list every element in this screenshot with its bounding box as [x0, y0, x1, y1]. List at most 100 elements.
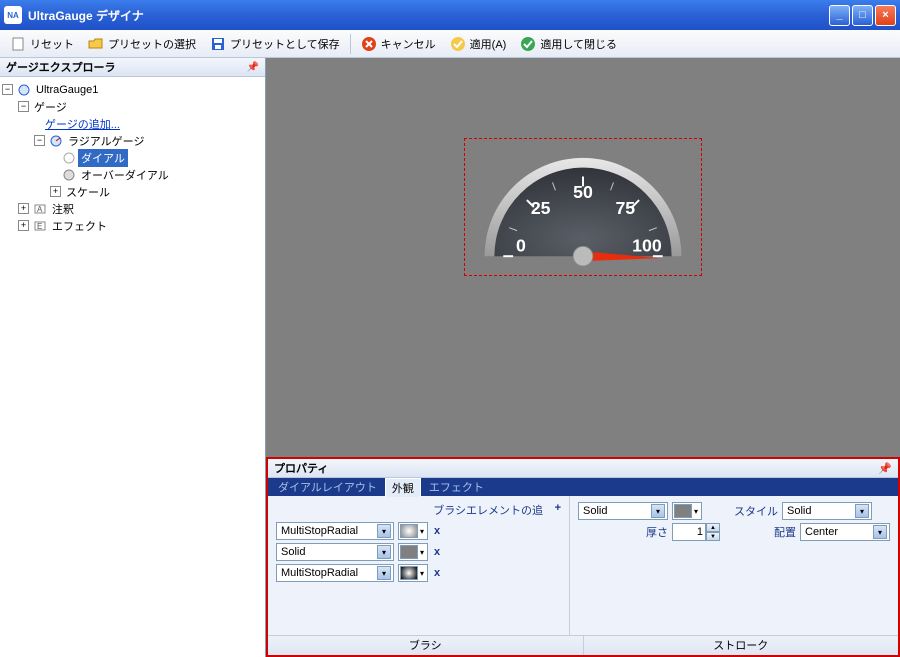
over-dial-label: オーバーダイアル [78, 166, 172, 184]
explorer-header: ゲージエクスプローラ 📌 [0, 58, 265, 77]
svg-text:A: A [37, 205, 43, 214]
apply-close-icon [520, 36, 536, 52]
remove-brush-button[interactable]: x [432, 546, 442, 558]
tree-dial[interactable]: ダイアル [2, 149, 263, 166]
design-canvas[interactable]: 0 25 50 75 100 [266, 58, 900, 457]
brush-type-dropdown[interactable]: MultiStopRadial▾ [276, 564, 394, 582]
reset-label: リセット [30, 36, 74, 52]
collapse-icon[interactable]: − [34, 135, 45, 146]
remove-brush-button[interactable]: x [432, 525, 442, 537]
properties-title: プロパティ [274, 460, 328, 476]
stroke-align-value: Center [805, 526, 838, 538]
tree-root[interactable]: − UltraGauge1 [2, 81, 263, 98]
stroke-style-dropdown[interactable]: Solid ▾ [782, 502, 872, 520]
brush-color-swatch [400, 566, 418, 580]
expand-icon[interactable]: + [18, 203, 29, 214]
save-preset-button[interactable]: プリセットとして保存 [204, 33, 346, 55]
spinner-up-icon[interactable]: ▲ [706, 523, 720, 532]
chevron-down-icon: ▾ [855, 504, 869, 518]
collapse-icon[interactable]: − [2, 84, 13, 95]
folder-open-icon [88, 36, 104, 52]
add-brush-button[interactable]: + [555, 502, 561, 514]
thickness-input[interactable] [672, 523, 706, 541]
annotation-label: 注釈 [49, 200, 77, 218]
pin-icon[interactable]: 📌 [247, 62, 259, 73]
tree-gauges[interactable]: − ゲージ [2, 98, 263, 115]
tick-25: 25 [531, 198, 551, 218]
select-preset-label: プリセットの選択 [108, 36, 196, 52]
svg-text:E: E [37, 222, 42, 231]
titlebar: NA UltraGauge デザイナ _ □ × [0, 0, 900, 30]
footer-stroke-tab[interactable]: ストローク [583, 636, 899, 655]
add-gauge-link[interactable]: ゲージの追加... [42, 115, 123, 133]
apply-button[interactable]: 適用(A) [444, 33, 513, 55]
apply-icon [450, 36, 466, 52]
brush-type-value: Solid [281, 546, 305, 558]
chevron-down-icon: ▾ [418, 527, 426, 536]
chevron-down-icon: ▾ [418, 569, 426, 578]
stroke-color-swatch [674, 504, 692, 518]
tree-annotation[interactable]: + A 注釈 [2, 200, 263, 217]
chevron-down-icon: ▾ [377, 524, 391, 538]
annotation-icon: A [33, 202, 47, 216]
tree-add-gauge[interactable]: ゲージの追加... [2, 115, 263, 132]
cancel-label: キャンセル [381, 36, 436, 52]
brush-type-dropdown[interactable]: Solid▾ [276, 543, 394, 561]
align-label: 配置 [748, 524, 796, 540]
toolbar: リセット プリセットの選択 プリセットとして保存 キャンセル 適用(A) 適用し… [0, 30, 900, 58]
scale-label: スケール [63, 183, 113, 201]
radial-gauge-label: ラジアルゲージ [65, 132, 147, 150]
gauge-root-icon [17, 83, 31, 97]
pin-icon[interactable]: 📌 [878, 462, 892, 475]
properties-body: ブラシエレメントの追 + MultiStopRadial▾▾xSolid▾▾xM… [268, 496, 898, 635]
radial-gauge-preview: 0 25 50 75 100 [471, 145, 695, 269]
spinner-down-icon[interactable]: ▼ [706, 532, 720, 541]
brush-row: MultiStopRadial▾ ▾ x [276, 564, 561, 582]
gauge-selection-box[interactable]: 0 25 50 75 100 [464, 138, 702, 276]
apply-close-button[interactable]: 適用して閉じる [514, 33, 623, 55]
select-preset-button[interactable]: プリセットの選択 [82, 33, 202, 55]
tick-75: 75 [615, 198, 635, 218]
app-icon: NA [4, 6, 22, 24]
stroke-align-dropdown[interactable]: Center ▾ [800, 523, 890, 541]
brush-color-button[interactable]: ▾ [398, 543, 428, 561]
reset-button[interactable]: リセット [4, 33, 80, 55]
thickness-spinner[interactable]: ▲ ▼ [672, 523, 720, 541]
tab-dial-layout[interactable]: ダイアルレイアウト [272, 478, 383, 496]
brush-color-button[interactable]: ▾ [398, 522, 428, 540]
brush-row: Solid▾▾ x [276, 543, 561, 561]
stroke-color-button[interactable]: ▾ [672, 502, 702, 520]
page-icon [10, 36, 26, 52]
tick-0: 0 [516, 235, 526, 255]
properties-header: プロパティ 📌 [268, 459, 898, 478]
cancel-icon [361, 36, 377, 52]
chevron-down-icon: ▾ [873, 525, 887, 539]
expand-icon[interactable]: + [50, 186, 61, 197]
tree-effect[interactable]: + E エフェクト [2, 217, 263, 234]
expand-icon[interactable]: + [18, 220, 29, 231]
window-title: UltraGauge デザイナ [28, 7, 829, 24]
tick-100: 100 [632, 235, 662, 255]
footer-brush-tab[interactable]: ブラシ [268, 636, 583, 655]
dial-icon [62, 151, 76, 165]
radial-gauge-icon [49, 134, 63, 148]
chevron-down-icon: ▾ [651, 504, 665, 518]
remove-brush-button[interactable]: x [432, 567, 442, 579]
collapse-icon[interactable]: − [18, 101, 29, 112]
minimize-button[interactable]: _ [829, 5, 850, 26]
over-dial-icon [62, 168, 76, 182]
cancel-button[interactable]: キャンセル [355, 33, 442, 55]
maximize-button[interactable]: □ [852, 5, 873, 26]
brush-type-dropdown[interactable]: MultiStopRadial▾ [276, 522, 394, 540]
tree-scale[interactable]: + スケール [2, 183, 263, 200]
brush-color-button[interactable]: ▾ [398, 564, 428, 582]
stroke-type-dropdown[interactable]: Solid ▾ [578, 502, 668, 520]
close-button[interactable]: × [875, 5, 896, 26]
tab-effect[interactable]: エフェクト [423, 478, 490, 496]
tree-radial-gauge[interactable]: − ラジアルゲージ [2, 132, 263, 149]
tree-over-dial[interactable]: オーバーダイアル [2, 166, 263, 183]
explorer-tree: − UltraGauge1 − ゲージ ゲージの追加... − ラジアルゲージ … [0, 77, 265, 657]
right-panel: 0 25 50 75 100 プロパティ 📌 ダイアルレイアウト 外観 エフェク… [266, 58, 900, 657]
tab-appearance[interactable]: 外観 [385, 478, 421, 497]
stroke-column: Solid ▾ ▾ スタイル Solid ▾ [569, 496, 898, 635]
